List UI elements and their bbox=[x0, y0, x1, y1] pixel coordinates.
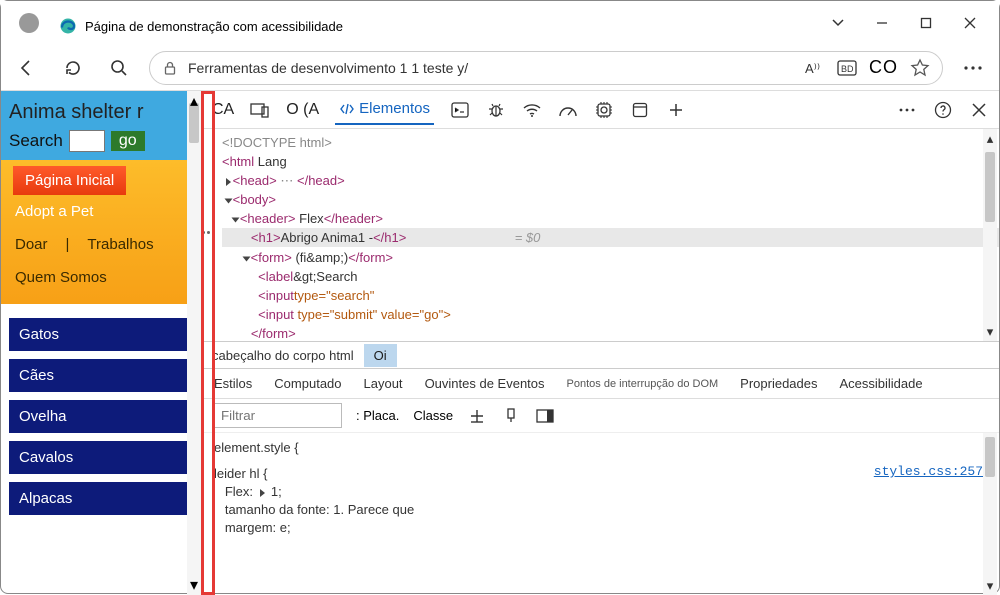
nav-home[interactable]: Página Inicial bbox=[13, 166, 126, 195]
device-toggle-icon[interactable] bbox=[250, 100, 270, 120]
edge-icon bbox=[59, 17, 77, 35]
nav-about[interactable]: Quem Somos bbox=[1, 261, 201, 294]
tab-styles[interactable]: Estilos bbox=[214, 376, 252, 391]
dt-close-icon[interactable] bbox=[969, 100, 989, 120]
devtools-panel: CA O (A Elementos <!DOCTYPE html> <htm bbox=[201, 91, 999, 595]
search-input[interactable] bbox=[69, 130, 105, 152]
refresh-button[interactable] bbox=[57, 52, 89, 84]
cat-link[interactable]: Alpacas bbox=[9, 482, 193, 515]
tab-layout[interactable]: Layout bbox=[364, 376, 403, 391]
network-icon[interactable] bbox=[522, 100, 542, 120]
tab-accessibility[interactable]: Acessibilidade bbox=[840, 376, 923, 391]
brush-icon[interactable] bbox=[501, 406, 521, 426]
minimize-icon[interactable] bbox=[873, 14, 891, 32]
performance-icon[interactable] bbox=[558, 100, 578, 120]
styles-pane[interactable]: element.style { leider hl { Flex: 1; tam… bbox=[202, 433, 999, 595]
dom-selected-line[interactable]: <h1>Abrigo Anima1 -</h1> = $0 bbox=[222, 228, 999, 247]
breadcrumb[interactable]: cabeçalho do corpo html Oi bbox=[202, 341, 999, 369]
cat-link[interactable]: Cavalos bbox=[9, 441, 193, 474]
svg-text:A⁾⁾: A⁾⁾ bbox=[805, 61, 820, 76]
dt-inspect-label[interactable]: CA bbox=[212, 101, 234, 119]
url-text: Ferramentas de desenvolvimento 1 1 teste… bbox=[188, 60, 795, 76]
tab-title: Página de demonstração com acessibilidad… bbox=[85, 19, 343, 34]
application-icon[interactable] bbox=[630, 100, 650, 120]
cat-link[interactable]: Gatos bbox=[9, 318, 193, 351]
tab-listeners[interactable]: Ouvintes de Eventos bbox=[425, 376, 545, 391]
styles-filter-input[interactable] bbox=[212, 403, 342, 428]
browser-tab[interactable]: Página de demonstração com acessibilidad… bbox=[49, 7, 357, 45]
memory-icon[interactable] bbox=[594, 100, 614, 120]
plus-icon[interactable] bbox=[666, 100, 686, 120]
cls-toggle[interactable]: Classe bbox=[413, 408, 453, 423]
translate-icon[interactable]: BD bbox=[837, 60, 857, 76]
close-icon[interactable] bbox=[961, 14, 979, 32]
dt-label-oa[interactable]: O (A bbox=[286, 101, 319, 119]
cat-link[interactable]: Cães bbox=[9, 359, 193, 392]
tab-elements[interactable]: Elementos bbox=[335, 94, 434, 125]
tab-dom-breakpoints[interactable]: Pontos de interrupção do DOM bbox=[567, 378, 719, 390]
profile-badge[interactable]: CO bbox=[869, 57, 898, 78]
search-button[interactable] bbox=[103, 52, 135, 84]
hov-toggle[interactable]: : Placa. bbox=[356, 408, 399, 423]
maximize-icon[interactable] bbox=[917, 14, 935, 32]
bug-icon[interactable] bbox=[486, 100, 506, 120]
site-title: Anima shelter r bbox=[9, 101, 193, 124]
more-icon[interactable] bbox=[957, 52, 989, 84]
svg-text:BD: BD bbox=[841, 64, 854, 74]
back-button[interactable] bbox=[11, 52, 43, 84]
profile-avatar[interactable] bbox=[19, 13, 39, 33]
nav-donate[interactable]: Doar bbox=[15, 236, 48, 253]
chevron-down-icon[interactable] bbox=[829, 14, 847, 32]
help-icon[interactable] bbox=[933, 100, 953, 120]
go-button[interactable]: go bbox=[111, 131, 145, 151]
console-icon[interactable] bbox=[450, 100, 470, 120]
nav-jobs[interactable]: Trabalhos bbox=[87, 236, 153, 253]
breadcrumb-active[interactable]: Oi bbox=[364, 344, 397, 367]
dt-more-icon[interactable] bbox=[897, 100, 917, 120]
search-label: Search bbox=[9, 131, 63, 151]
read-aloud-icon[interactable]: A⁾⁾ bbox=[805, 60, 825, 76]
dom-tree[interactable]: <!DOCTYPE html> <html Lang <head> ⋯ </he… bbox=[202, 129, 999, 341]
highlight-annotation bbox=[201, 91, 215, 595]
favorite-icon[interactable] bbox=[910, 58, 930, 78]
address-bar[interactable]: Ferramentas de desenvolvimento 1 1 teste… bbox=[149, 51, 943, 85]
tab-computed[interactable]: Computado bbox=[274, 376, 341, 391]
page-content: Anima shelter r Search go Página Inicial… bbox=[1, 91, 201, 595]
tab-properties[interactable]: Propriedades bbox=[740, 376, 817, 391]
code-icon bbox=[339, 101, 355, 117]
stylesheet-link[interactable]: styles.css:257 bbox=[874, 463, 983, 481]
new-rule-icon[interactable] bbox=[467, 406, 487, 426]
lock-icon bbox=[162, 60, 178, 76]
dom-line[interactable]: <!DOCTYPE html> bbox=[222, 133, 999, 152]
nav-adopt[interactable]: Adopt a Pet bbox=[1, 195, 201, 228]
cat-link[interactable]: Ovelha bbox=[9, 400, 193, 433]
panel-icon[interactable] bbox=[535, 406, 555, 426]
